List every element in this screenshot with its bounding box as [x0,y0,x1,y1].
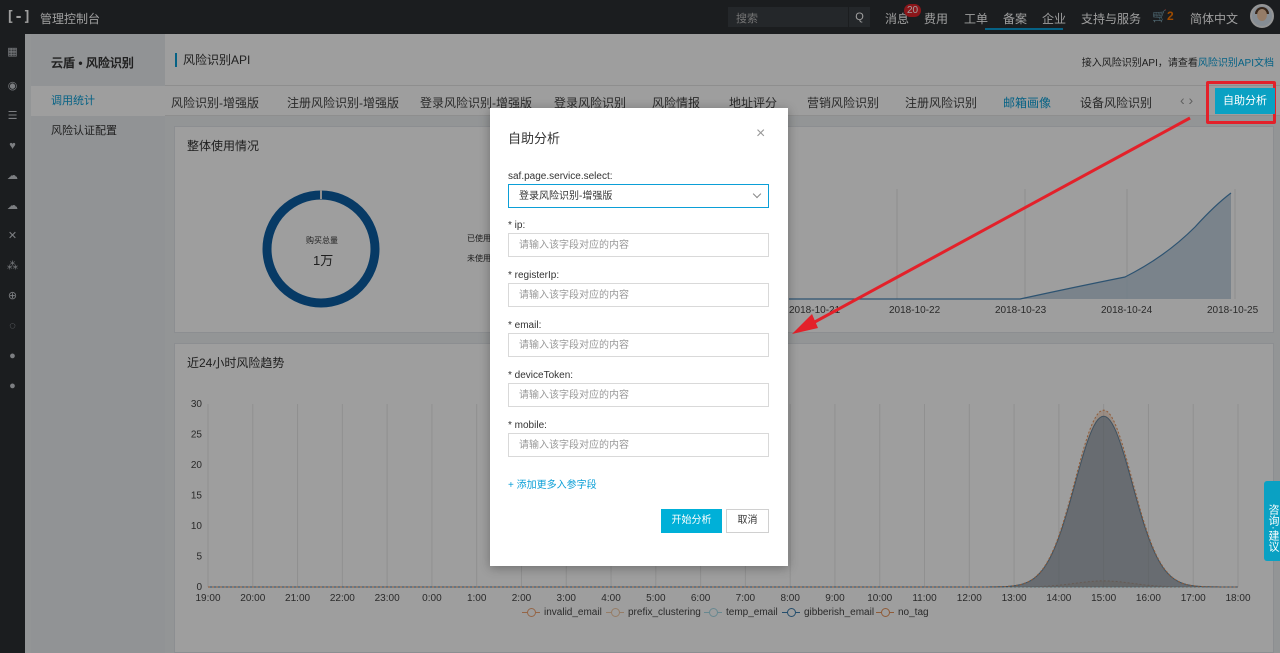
start-analysis-button[interactable]: 开始分析 [661,509,722,533]
device-token-field[interactable]: 请输入该字段对应的内容 [508,383,769,407]
mobile-field[interactable]: 请输入该字段对应的内容 [508,433,769,457]
close-icon[interactable]: × [756,125,765,143]
service-select[interactable]: 登录风险识别-增强版 [508,184,769,208]
auto-analysis-button-highlighted[interactable]: 自助分析 [1215,88,1275,114]
device-token-label: * deviceToken: [508,370,574,381]
cancel-button[interactable]: 取消 [726,509,769,533]
ip-label: * ip: [508,220,526,231]
consult-feedback-tab[interactable]: 咨询·建议 [1264,481,1280,561]
add-param-link[interactable]: + 添加更多入参字段 [508,476,597,491]
email-field[interactable]: 请输入该字段对应的内容 [508,333,769,357]
chevron-down-icon [752,189,762,199]
modal-title: 自助分析 [508,131,561,146]
email-label: * email: [508,320,542,331]
service-select-label: saf.page.service.select: [508,171,613,182]
mobile-label: * mobile: [508,420,547,431]
register-ip-label: * registerIp: [508,270,560,281]
ip-field[interactable]: 请输入该字段对应的内容 [508,233,769,257]
register-ip-field[interactable]: 请输入该字段对应的内容 [508,283,769,307]
service-select-value: 登录风险识别-增强版 [519,191,613,202]
auto-analysis-modal: 自助分析 × saf.page.service.select: 登录风险识别-增… [490,108,788,566]
